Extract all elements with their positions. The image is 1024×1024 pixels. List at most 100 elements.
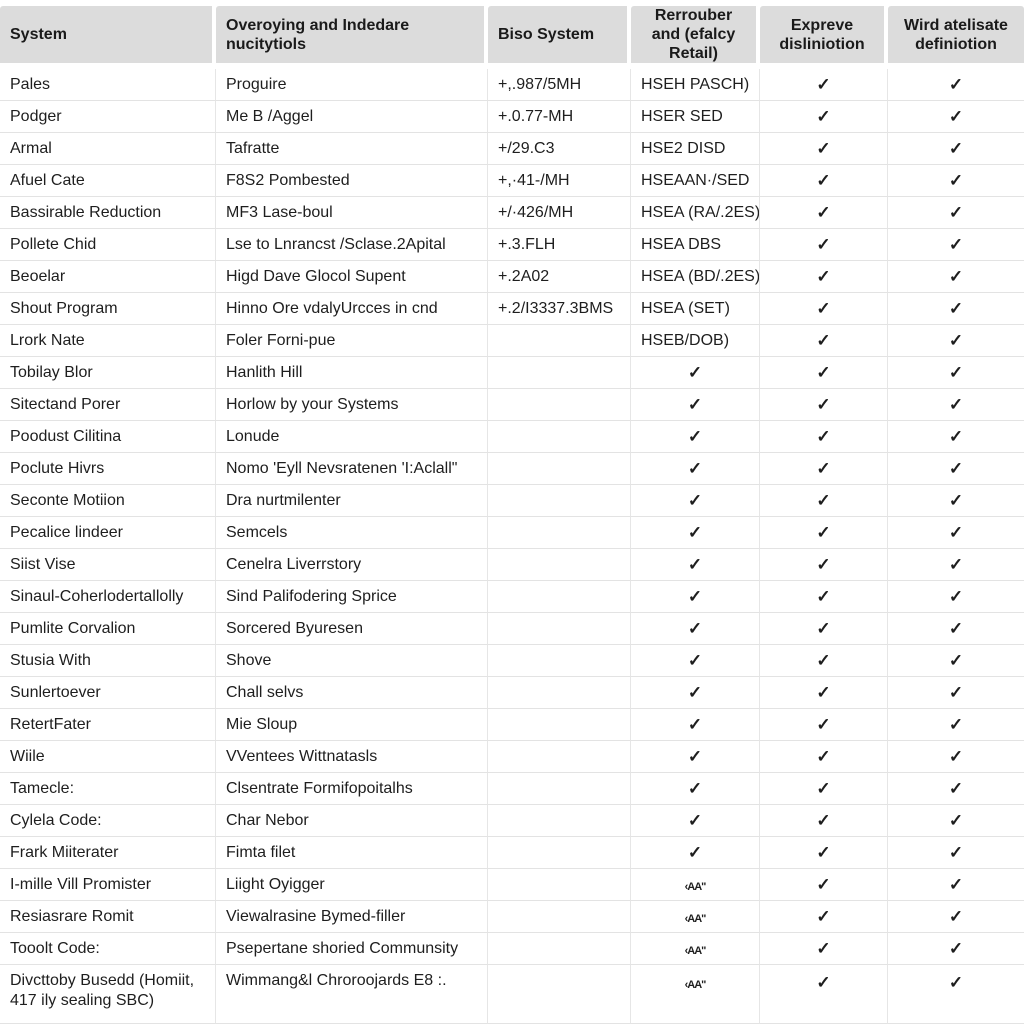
check-icon: ✓ [760,965,888,1024]
check-icon: ✓ [888,581,1024,613]
check-icon: ✓ [888,709,1024,741]
check-icon: ✓ [760,133,888,165]
partial-mark-icon: ‹AA" [631,933,760,965]
cell-biso-system: +,·41-/MH [488,165,631,197]
check-icon: ✓ [888,645,1024,677]
table-row: Pales Proguire +,.987/5MH HSEH PASCH) ✓ ✓ [0,69,1024,101]
cell-system: Armal [0,133,216,165]
check-icon: ✓ [760,261,888,293]
comparison-table: System Overoying and Indedare nucitytiol… [0,6,1024,1024]
cell-description: Cenelra Liverrstory [216,549,488,581]
header-biso-system: Biso System [488,6,631,69]
check-icon: ✓ [888,229,1024,261]
partial-mark-glyph: ‹AA" [684,979,707,991]
check-icon: ✓ [631,741,760,773]
check-icon: ✓ [888,133,1024,165]
cell-biso-system [488,421,631,453]
cell-biso-system [488,389,631,421]
check-icon: ✓ [760,741,888,773]
cell-biso-system [488,677,631,709]
table-row: Tooolt Code: Psepertane shoried Communsit… [0,933,1024,965]
partial-mark-glyph: ‹AA" [684,880,707,893]
check-icon: ✓ [631,453,760,485]
cell-description: Lse to Lnrancst /Sclase.2Apital [216,229,488,261]
check-icon: ✓ [760,197,888,229]
cell-description: Shove [216,645,488,677]
table-row: Pecalice lindeer Semcels ✓ ✓ ✓ [0,517,1024,549]
check-icon: ✓ [760,69,888,101]
cell-system: Lrork Nate [0,325,216,357]
cell-description: Semcels [216,517,488,549]
cell-biso-system [488,325,631,357]
header-row: System Overoying and Indedare nucitytiol… [0,6,1024,69]
check-icon: ✓ [631,421,760,453]
table-row: Pollete Chid Lse to Lnrancst /Sclase.2Api… [0,229,1024,261]
check-icon: ✓ [760,101,888,133]
check-icon: ✓ [760,933,888,965]
cell-biso-system [488,837,631,869]
cell-system: Sunlertoever [0,677,216,709]
cell-retail: HSEAAN·/SED [631,165,760,197]
check-icon: ✓ [888,357,1024,389]
cell-description: Lonude [216,421,488,453]
cell-system: Shout Program [0,293,216,325]
check-icon: ✓ [888,805,1024,837]
check-icon: ✓ [888,293,1024,325]
check-icon: ✓ [760,357,888,389]
cell-description: Psepertane shoried Communsity [216,933,488,965]
cell-system: Frark Miiterater [0,837,216,869]
cell-biso-system [488,613,631,645]
cell-biso-system: +.3.FLH [488,229,631,261]
table-row: Tamecle: Clsentrate Formifopoitalhs ✓ ✓ ✓ [0,773,1024,805]
cell-biso-system: +,.987/5MH [488,69,631,101]
check-icon: ✓ [888,165,1024,197]
cell-system: Podger [0,101,216,133]
cell-retail: HSEA (BD/.2ES) [631,261,760,293]
table-row: Frark Miiterater Fimta filet ✓ ✓ ✓ [0,837,1024,869]
cell-biso-system: +.0.77-MH [488,101,631,133]
check-icon: ✓ [888,517,1024,549]
check-icon: ✓ [760,325,888,357]
cell-system: Beoelar [0,261,216,293]
check-icon: ✓ [760,805,888,837]
cell-biso-system [488,357,631,389]
check-icon: ✓ [631,549,760,581]
partial-mark-glyph: ‹AA" [684,912,707,925]
check-icon: ✓ [888,869,1024,901]
cell-system: Pumlite Corvalion [0,613,216,645]
header-retail: Rerrouber and (efalcy Retail) [631,6,760,69]
check-icon: ✓ [631,613,760,645]
table-row: Sinaul-Coherlodertallolly Sind Palifoderi… [0,581,1024,613]
table-row: Afuel Cate F8S2 Pombested +,·41-/MH HSEAAN·… [0,165,1024,197]
cell-description: Sorcered Byuresen [216,613,488,645]
check-icon: ✓ [760,293,888,325]
check-icon: ✓ [760,229,888,261]
cell-system: Sinaul-Coherlodertallolly [0,581,216,613]
cell-system: Divcttoby Busedd (Homiit, 417 ily sealin… [0,965,216,1024]
check-icon: ✓ [888,325,1024,357]
check-icon: ✓ [631,581,760,613]
check-icon: ✓ [631,805,760,837]
cell-description: Wimmang&l Chroroojards E8 :. [216,965,488,1024]
cell-description: Chall selvs [216,677,488,709]
table-row: Pumlite Corvalion Sorcered Byuresen ✓ ✓ ✓ [0,613,1024,645]
cell-biso-system [488,869,631,901]
cell-system: Pollete Chid [0,229,216,261]
check-icon: ✓ [631,389,760,421]
cell-retail: HSEH PASCH) [631,69,760,101]
check-icon: ✓ [888,101,1024,133]
cell-biso-system [488,549,631,581]
cell-system: Siist Vise [0,549,216,581]
cell-description: Nomo 'Eyll Nevsratenen 'I:Aclall" [216,453,488,485]
check-icon: ✓ [760,581,888,613]
cell-biso-system [488,773,631,805]
table-row: I-mille Vill Promister Liight Oyigger ‹AA"… [0,869,1024,901]
check-icon: ✓ [760,837,888,869]
cell-retail: HSE2 DISD [631,133,760,165]
check-icon: ✓ [888,965,1024,1024]
cell-description: Char Nebor [216,805,488,837]
cell-system: Pales [0,69,216,101]
cell-system: Resiasrare Romit [0,901,216,933]
table-row: Poodust Cilitina Lonude ✓ ✓ ✓ [0,421,1024,453]
cell-system: Sitectand Porer [0,389,216,421]
